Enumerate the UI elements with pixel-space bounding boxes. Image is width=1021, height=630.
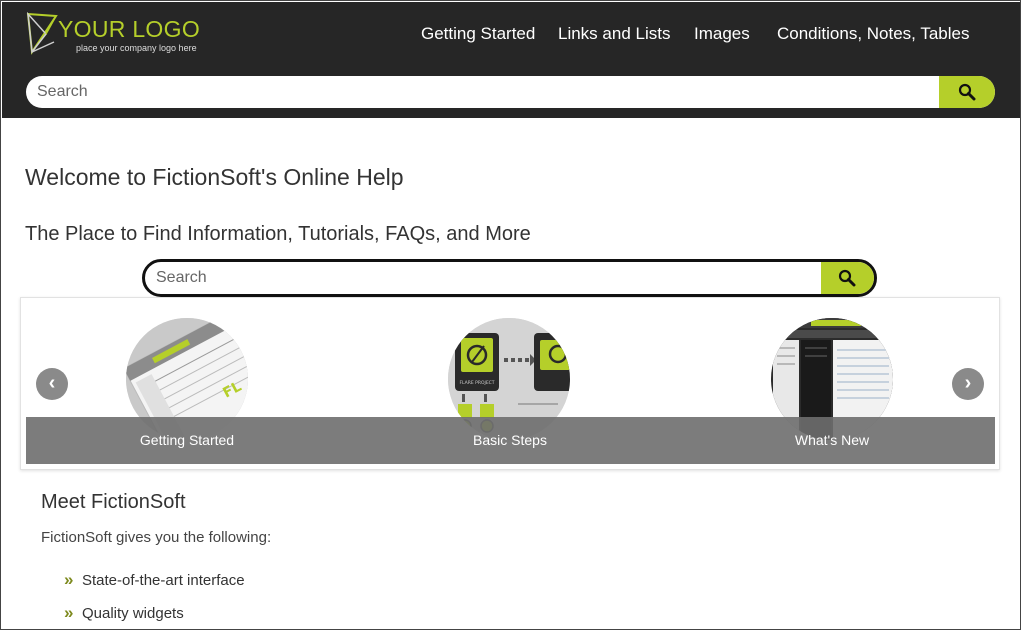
nav-getting-started[interactable]: Getting Started	[421, 24, 535, 44]
header-search-button[interactable]	[939, 76, 995, 108]
logo-subtitle: place your company logo here	[76, 43, 197, 53]
header-search-input[interactable]	[26, 76, 938, 108]
search-icon	[838, 269, 856, 287]
slide-caption-getting-started[interactable]: Getting Started	[140, 432, 234, 448]
nav-conditions-notes-tables[interactable]: Conditions, Notes, Tables	[777, 24, 969, 44]
carousel-caption-bar: Getting Started Basic Steps What's New	[26, 417, 995, 464]
chevron-left-icon: ‹	[48, 372, 56, 394]
slide-caption-basic-steps[interactable]: Basic Steps	[473, 432, 547, 448]
chevron-right-icon: ›	[964, 372, 972, 394]
feature-text: State-of-the-art interface	[82, 572, 245, 589]
double-chevron-icon: »	[64, 603, 74, 622]
main-search-button[interactable]	[821, 262, 874, 294]
page-subtitle: The Place to Find Information, Tutorials…	[25, 223, 531, 245]
slide-badge-flare: FLARE PROJECT	[459, 380, 494, 386]
main-search-input[interactable]	[145, 262, 821, 294]
search-icon	[958, 83, 976, 101]
double-chevron-icon: »	[64, 570, 74, 589]
slide-caption-whats-new[interactable]: What's New	[795, 432, 869, 448]
feature-carousel: FL FLARE PROJECT Getting Started Basic S…	[20, 297, 1000, 470]
feature-text: Quality widgets	[82, 605, 184, 622]
carousel-next-button[interactable]: ›	[952, 368, 984, 400]
page-title: Welcome to FictionSoft's Online Help	[25, 164, 404, 190]
page-frame: YOUR LOGO place your company logo here G…	[0, 0, 1021, 630]
top-navigation: Getting Started Links and Lists Images C…	[2, 24, 1020, 44]
main-search-bar	[142, 259, 877, 297]
nav-links-and-lists[interactable]: Links and Lists	[558, 24, 670, 44]
section-heading: Meet FictionSoft	[41, 491, 186, 513]
carousel-prev-button[interactable]: ‹	[36, 368, 68, 400]
nav-images[interactable]: Images	[694, 24, 750, 44]
section-intro: FictionSoft gives you the following:	[41, 529, 272, 546]
site-header: YOUR LOGO place your company logo here G…	[2, 2, 1020, 118]
header-search-bar	[26, 76, 995, 108]
